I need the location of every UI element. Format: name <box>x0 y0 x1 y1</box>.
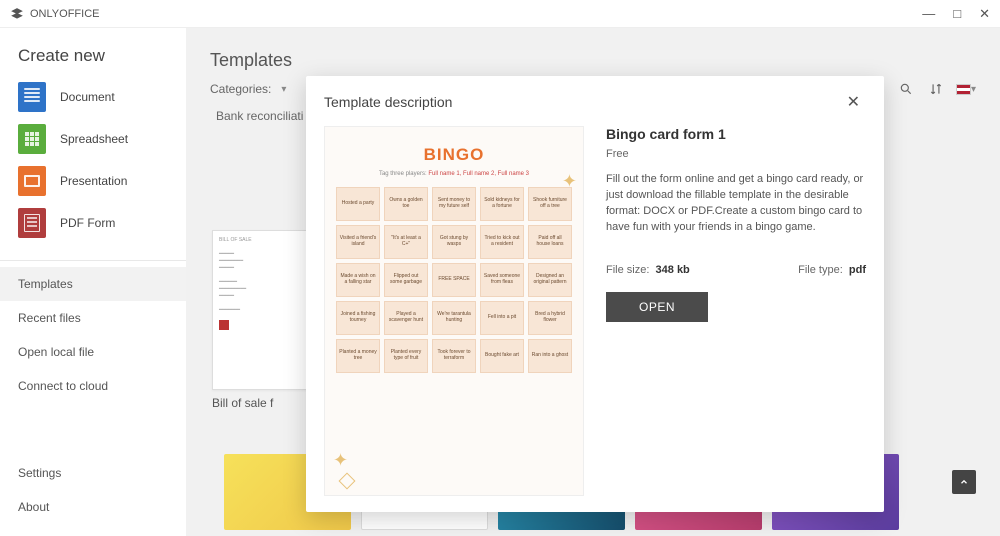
brand-label: ONLYOFFICE <box>30 8 99 20</box>
file-size: File size: 348 kb <box>606 264 690 276</box>
create-item-label: Presentation <box>60 174 127 188</box>
spreadsheet-icon <box>18 124 46 154</box>
bingo-cell: Shook furniture off a tree <box>528 187 572 221</box>
preview-heading: BINGO <box>424 145 485 165</box>
bingo-cell: "It's at least a C+" <box>384 225 428 259</box>
flag-icon <box>956 84 971 95</box>
bingo-cell: Fell into a pit <box>480 301 524 335</box>
template-price: Free <box>606 148 866 160</box>
nav-open-local-file[interactable]: Open local file <box>0 335 186 369</box>
nav-connect-to-cloud[interactable]: Connect to cloud <box>0 369 186 403</box>
page-title: Templates <box>210 50 976 71</box>
bingo-cell: Owns a golden toe <box>384 187 428 221</box>
nav-about[interactable]: About <box>0 490 186 524</box>
bingo-cell: Sent money to my future self <box>432 187 476 221</box>
create-item-label: Spreadsheet <box>60 132 128 146</box>
bingo-cell: Bought fake art <box>480 339 524 373</box>
bingo-cell: FREE SPACE <box>432 263 476 297</box>
app-logo: ONLYOFFICE <box>10 7 99 21</box>
sidebar: Create new Document Spreadsheet Presenta… <box>0 28 186 536</box>
create-presentation[interactable]: Presentation <box>18 166 168 196</box>
maximize-button[interactable]: □ <box>953 6 961 22</box>
title-bar: ONLYOFFICE — □ ✕ <box>0 0 1000 28</box>
nav-templates[interactable]: Templates <box>0 267 186 301</box>
close-window-button[interactable]: ✕ <box>979 6 990 22</box>
scroll-to-top-button[interactable] <box>952 470 976 494</box>
search-icon[interactable] <box>896 79 916 99</box>
create-item-label: Document <box>60 90 115 104</box>
bingo-cell: Planted every type of fruit <box>384 339 428 373</box>
create-pdf-form[interactable]: PDF Form <box>18 208 168 238</box>
bingo-cell: Bred a hybrid flower <box>528 301 572 335</box>
nav-settings[interactable]: Settings <box>0 456 186 490</box>
doc-badge-icon <box>219 320 229 330</box>
bingo-cell: Took forever to terraform <box>432 339 476 373</box>
bingo-cell: Designed an original pattern <box>528 263 572 297</box>
create-new-heading: Create new <box>18 46 168 66</box>
sort-icon[interactable] <box>926 79 946 99</box>
bingo-cell: Sold kidneys for a fortune <box>480 187 524 221</box>
language-selector[interactable]: ▾ <box>956 79 976 99</box>
bingo-cell: Ran into a ghost <box>528 339 572 373</box>
bingo-cell: Visited a friend's island <box>336 225 380 259</box>
bingo-cell: Hosted a party <box>336 187 380 221</box>
bingo-cell: Planted a money tree <box>336 339 380 373</box>
template-description-text: Fill out the form online and get a bingo… <box>606 172 866 236</box>
file-type: File type: pdf <box>798 264 866 276</box>
modal-title: Template description <box>324 94 452 110</box>
chevron-down-icon[interactable]: ▾ <box>281 84 286 95</box>
preview-subheading: Tag three players: Full name 1, Full nam… <box>379 171 529 177</box>
template-preview: BINGO Tag three players: Full name 1, Fu… <box>324 126 584 496</box>
sparkle-icon: ✦ <box>333 450 348 471</box>
pdf-form-icon <box>18 208 46 238</box>
onlyoffice-icon <box>10 7 24 21</box>
bingo-cell: Paid off all house loans <box>528 225 572 259</box>
template-name: Bingo card form 1 <box>606 126 866 142</box>
categories-label: Categories: <box>210 82 271 96</box>
bingo-cell: Played a scavenger hunt <box>384 301 428 335</box>
bingo-cell: Got stung by wasps <box>432 225 476 259</box>
nav-recent-files[interactable]: Recent files <box>0 301 186 335</box>
create-document[interactable]: Document <box>18 82 168 112</box>
close-icon[interactable]: ✕ <box>841 90 866 114</box>
bingo-grid: Hosted a partyOwns a golden toeSent mone… <box>336 187 572 373</box>
create-spreadsheet[interactable]: Spreadsheet <box>18 124 168 154</box>
diamond-icon <box>339 473 356 490</box>
bingo-cell: Tried to kick out a resident <box>480 225 524 259</box>
minimize-button[interactable]: — <box>922 6 935 22</box>
open-button[interactable]: OPEN <box>606 292 708 322</box>
bingo-cell: Joined a fishing tourney <box>336 301 380 335</box>
template-description-modal: Template description ✕ BINGO Tag three p… <box>306 76 884 512</box>
create-item-label: PDF Form <box>60 216 115 230</box>
sparkle-icon: ✦ <box>562 171 577 192</box>
presentation-icon <box>18 166 46 196</box>
bingo-cell: Flipped out some garbage <box>384 263 428 297</box>
bingo-cell: We're tarantula hunting <box>432 301 476 335</box>
bingo-cell: Made a wish on a falling star <box>336 263 380 297</box>
document-icon <box>18 82 46 112</box>
bingo-cell: Saved someone from fleas <box>480 263 524 297</box>
